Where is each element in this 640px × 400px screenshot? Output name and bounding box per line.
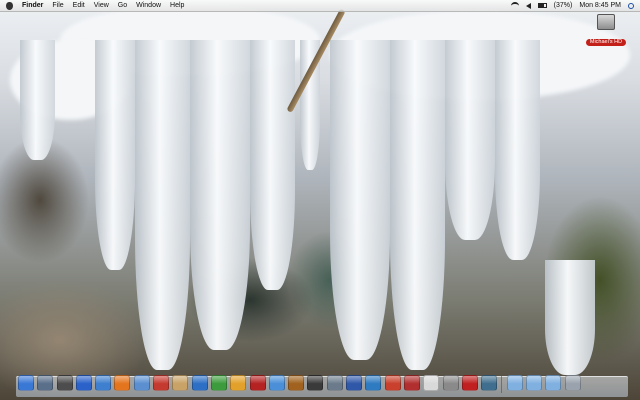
keynote-icon[interactable] [365, 375, 382, 391]
menu-go[interactable]: Go [118, 0, 127, 11]
documents-folder-icon[interactable] [526, 375, 543, 391]
itunes-icon[interactable] [268, 375, 285, 391]
pinwheel-icon[interactable] [210, 375, 227, 391]
globe-icon[interactable] [95, 375, 112, 391]
dashboard-icon[interactable] [37, 375, 54, 391]
photo-booth-icon[interactable] [249, 375, 266, 391]
clock-icon[interactable] [133, 375, 150, 391]
dock [16, 375, 628, 397]
guitar-icon[interactable] [288, 375, 305, 391]
finder-icon[interactable] [18, 375, 34, 391]
menu-edit[interactable]: Edit [73, 0, 85, 11]
utility-icon[interactable] [191, 375, 208, 391]
hard-drive-desktop-icon[interactable]: Michael's HD [585, 14, 627, 48]
downloads-folder-icon[interactable] [545, 375, 562, 391]
menubar-clock[interactable]: Mon 8:45 PM [579, 0, 621, 11]
safari-icon[interactable] [75, 375, 92, 391]
preview-icon[interactable] [326, 375, 343, 391]
address-book-icon[interactable] [172, 375, 189, 391]
spotlight-icon[interactable] [628, 2, 634, 9]
menu-view[interactable]: View [94, 0, 109, 11]
hard-drive-label[interactable]: Michael's HD [585, 39, 627, 46]
trash-icon[interactable] [564, 375, 581, 391]
battery-icon[interactable] [537, 3, 547, 8]
dock-items [18, 375, 581, 393]
disk-utility-icon[interactable] [442, 375, 459, 391]
volume-icon[interactable] [525, 2, 531, 9]
wifi-icon[interactable] [510, 1, 519, 10]
hard-drive-icon[interactable] [597, 14, 615, 30]
desktop-wallpaper [0, 0, 640, 400]
apple-menu-icon[interactable] [6, 1, 13, 10]
lock-icon[interactable] [461, 375, 478, 391]
applications-folder-icon[interactable] [506, 375, 523, 391]
photo-icon[interactable] [384, 375, 401, 391]
battery-percent[interactable]: (37%) [554, 0, 573, 11]
system-preferences-icon[interactable] [56, 375, 73, 391]
firefox-icon[interactable] [114, 375, 131, 391]
menu-bar: Finder File Edit View Go Window Help (37… [0, 0, 640, 12]
menu-finder[interactable]: Finder [22, 0, 43, 11]
imovie-icon[interactable] [307, 375, 324, 391]
calendar-icon[interactable] [423, 375, 440, 391]
menu-help[interactable]: Help [170, 0, 184, 11]
dock-separator [501, 375, 503, 393]
book-icon[interactable] [403, 375, 420, 391]
quicktime-icon[interactable] [346, 375, 363, 391]
menu-file[interactable]: File [52, 0, 63, 11]
pages-icon[interactable] [230, 375, 247, 391]
network-icon[interactable] [481, 375, 498, 391]
menu-window[interactable]: Window [136, 0, 161, 11]
ical-icon[interactable] [153, 375, 170, 391]
